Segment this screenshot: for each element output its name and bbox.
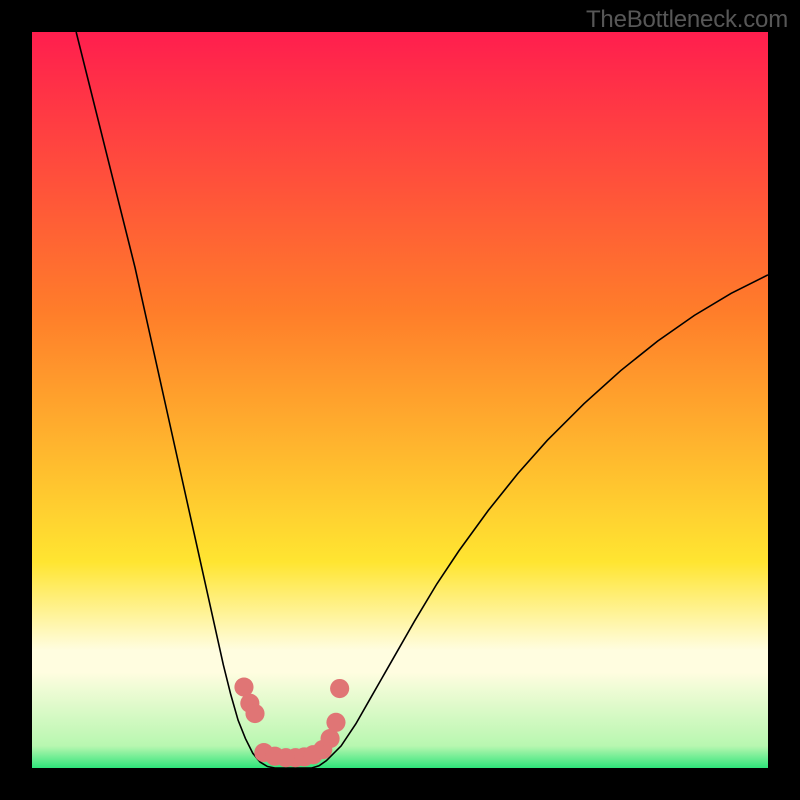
bottleneck-curve-chart bbox=[32, 32, 768, 768]
watermark-text: TheBottleneck.com bbox=[586, 6, 788, 34]
curve-marker bbox=[326, 713, 345, 732]
gradient-background bbox=[32, 32, 768, 768]
chart-frame: TheBottleneck.com bbox=[0, 0, 800, 800]
curve-marker bbox=[245, 704, 264, 723]
plot-area bbox=[32, 32, 768, 768]
curve-marker bbox=[330, 679, 349, 698]
